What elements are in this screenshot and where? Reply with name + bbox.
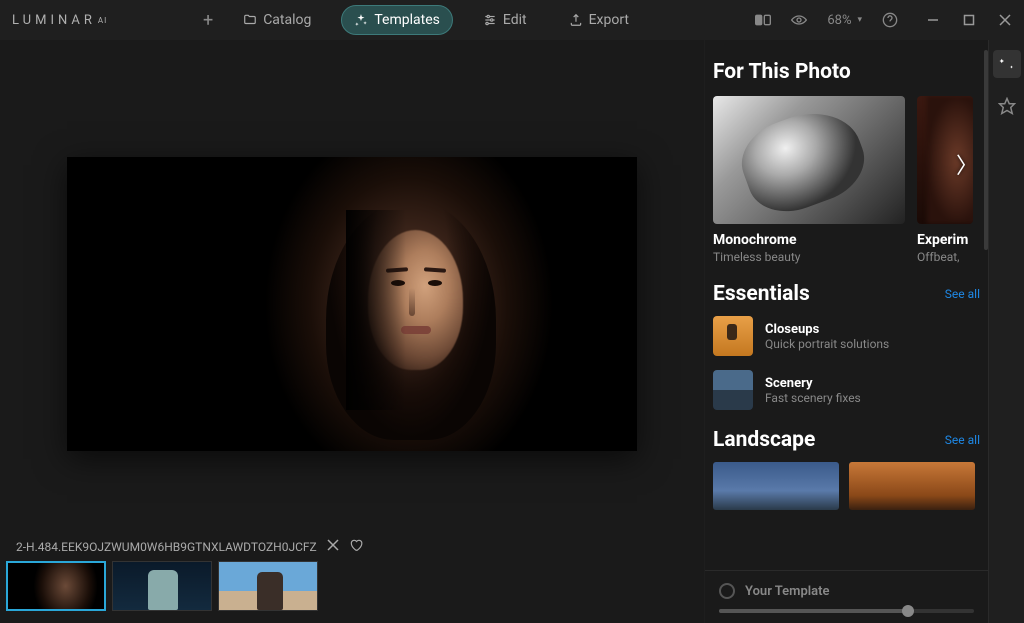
card-subtitle: Offbeat, [917,250,973,264]
next-arrow-icon[interactable]: 〉 [956,148,978,180]
ess-title: Closeups [765,322,889,337]
card-title: Experim [917,232,973,248]
logo-text: LUMINAR [12,13,96,28]
essentials-item-closeups[interactable]: Closeups Quick portrait solutions [713,316,980,356]
magic-wand-icon[interactable] [993,50,1021,78]
template-strength-slider[interactable] [719,609,974,613]
maximize-button[interactable] [962,13,976,27]
preview-icon[interactable] [791,12,807,28]
your-template-bar: Your Template [705,570,988,623]
landscape-see-all[interactable]: See all [945,433,980,447]
thumbnail-3[interactable] [218,561,318,611]
top-bar: LUMINARAI + Catalog Templates Edit Exp [0,0,1024,40]
nav-export-label: Export [589,12,629,28]
essentials-see-all[interactable]: See all [945,287,980,301]
favorites-star-icon[interactable] [993,92,1021,120]
nav-templates[interactable]: Templates [341,5,453,35]
template-indicator-icon [719,583,735,599]
help-icon[interactable] [882,12,898,28]
file-close-icon[interactable] [327,539,339,554]
nav-catalog-label: Catalog [263,12,311,28]
nav-edit-label: Edit [503,12,527,28]
chevron-down-icon: ▾ [857,15,862,25]
export-icon [569,13,583,27]
scenery-thumb [713,370,753,410]
templates-panel: For This Photo Monochrome Timeless beaut… [704,40,1024,623]
landscape-thumb-1[interactable] [713,462,839,510]
slider-handle[interactable] [902,605,914,617]
panel-scrollbar[interactable] [984,50,988,250]
minimize-button[interactable] [926,13,940,27]
canvas-area: 2-H.484.EEK9OJZWUM0W6HB9GTNXLAWDTOZH0JCF… [0,40,704,623]
template-card-experimental[interactable]: Experim Offbeat, [917,96,973,264]
ess-title: Scenery [765,376,861,391]
essentials-heading: Essentials [713,282,810,306]
nav-export[interactable]: Export [557,6,641,34]
compare-icon[interactable] [755,12,771,28]
your-template-label: Your Template [745,584,830,599]
nav-edit[interactable]: Edit [471,6,539,34]
thumbnail-1[interactable] [6,561,106,611]
favorite-icon[interactable] [349,538,363,555]
sparkle-icon [354,13,368,27]
essentials-item-scenery[interactable]: Scenery Fast scenery fixes [713,370,980,410]
landscape-thumb-2[interactable] [849,462,975,510]
close-button[interactable] [998,13,1012,27]
zoom-dropdown[interactable]: 68% ▾ [827,13,862,28]
main-photo[interactable] [67,157,637,451]
app-logo: LUMINARAI [12,13,107,28]
nav-templates-label: Templates [374,12,440,28]
template-card-monochrome[interactable]: Monochrome Timeless beauty [713,96,905,264]
panel-tool-rail [988,40,1024,623]
card-subtitle: Timeless beauty [713,250,905,264]
folder-icon [243,13,257,27]
nav-catalog[interactable]: Catalog [231,6,323,34]
file-name: 2-H.484.EEK9OJZWUM0W6HB9GTNXLAWDTOZH0JCF… [16,540,317,554]
card-title: Monochrome [713,232,905,248]
filmstrip [0,561,704,623]
closeups-thumb [713,316,753,356]
for-this-photo-row: Monochrome Timeless beauty Experim Offbe… [713,96,980,264]
ess-sub: Quick portrait solutions [765,337,889,351]
zoom-value: 68% [827,13,851,28]
sliders-icon [483,13,497,27]
landscape-heading: Landscape [713,428,815,452]
logo-sup: AI [98,16,107,25]
ess-sub: Fast scenery fixes [765,391,861,405]
add-button[interactable]: + [203,10,213,31]
for-this-photo-heading: For This Photo [713,60,980,84]
thumbnail-2[interactable] [112,561,212,611]
